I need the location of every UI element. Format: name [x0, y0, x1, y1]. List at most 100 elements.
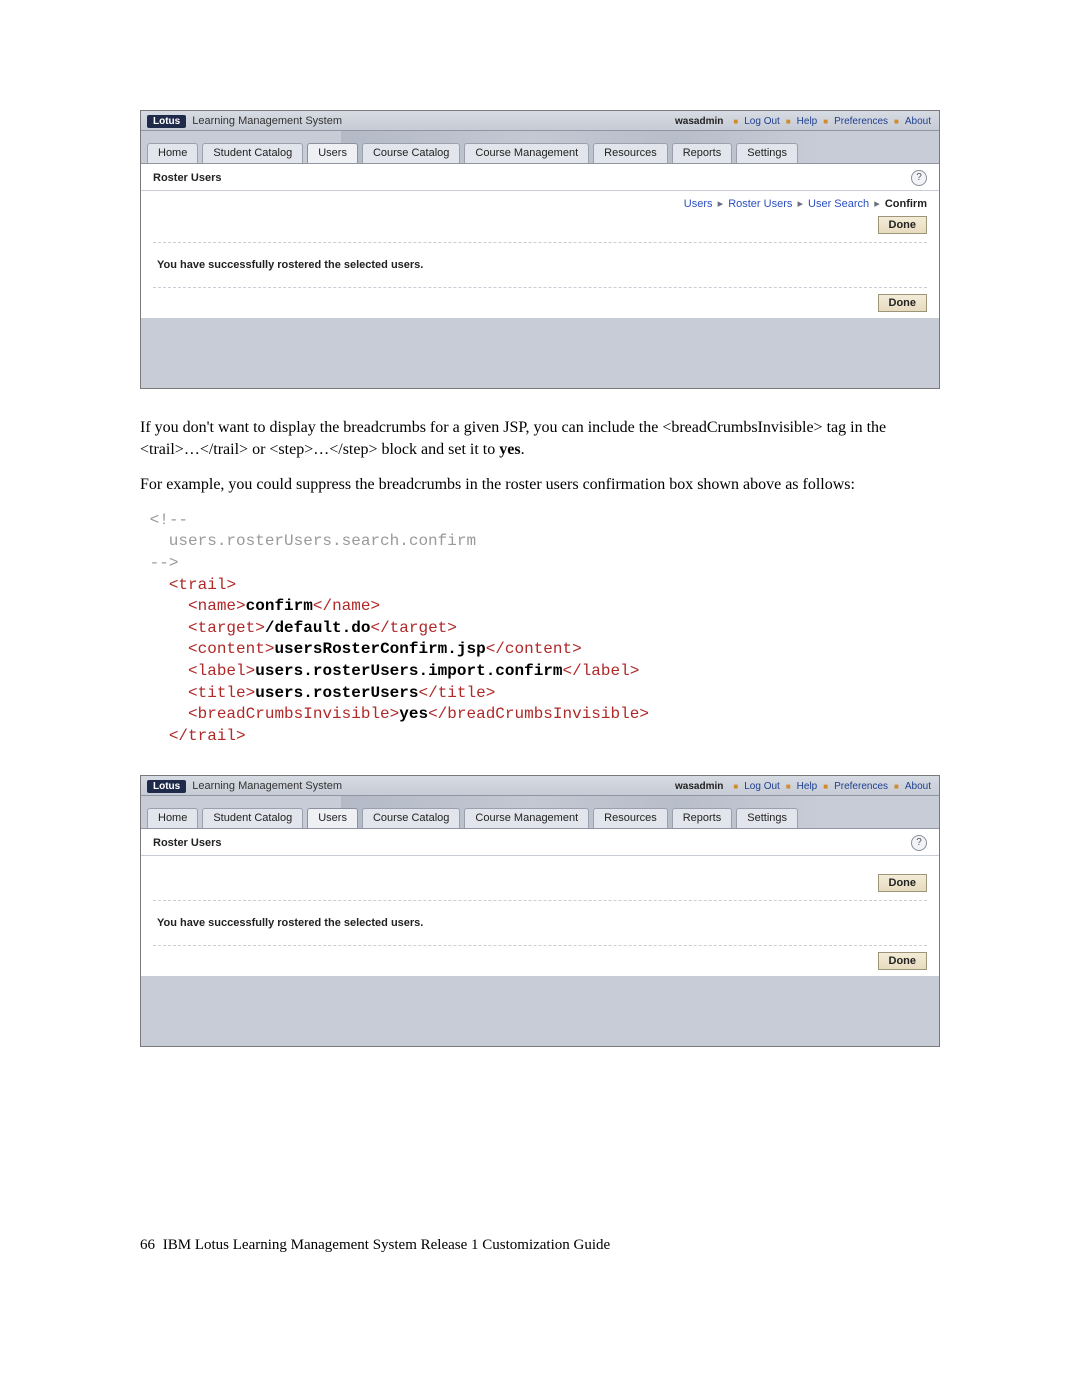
footer-title: IBM Lotus Learning Management System Rel… — [163, 1237, 610, 1253]
doc-text-bold: yes — [499, 441, 520, 458]
code-value: users.rosterUsers.import.confirm — [255, 662, 562, 680]
header-user: wasadmin — [675, 781, 723, 792]
tab-student-catalog[interactable]: Student Catalog — [202, 143, 303, 163]
code-value: yes — [399, 705, 428, 723]
code-value: /default.do — [265, 619, 371, 637]
doc-paragraph-2: For example, you could suppress the brea… — [140, 474, 940, 496]
sep-icon: ■ — [786, 782, 791, 791]
content-area: Roster Users ? Done You have successfull… — [141, 829, 939, 976]
code-tag: trail — [188, 727, 236, 745]
chevron-right-icon: ▸ — [874, 198, 880, 210]
button-row-top: Done — [141, 212, 939, 240]
help-link[interactable]: Help — [797, 781, 818, 792]
divider — [153, 900, 927, 901]
app-brand: Lotus Learning Management System — [147, 115, 342, 128]
breadcrumb-users[interactable]: Users — [684, 198, 713, 210]
page-footer: 66 IBM Lotus Learning Management System … — [140, 1237, 940, 1254]
button-row-top: Done — [141, 856, 939, 898]
button-row-bottom: Done — [141, 290, 939, 318]
done-button[interactable]: Done — [878, 952, 928, 970]
tab-course-catalog[interactable]: Course Catalog — [362, 808, 460, 828]
help-icon[interactable]: ? — [911, 170, 927, 186]
code-tag: title — [438, 684, 486, 702]
logout-link[interactable]: Log Out — [744, 116, 780, 127]
code-tag: breadCrumbsInvisible — [447, 705, 639, 723]
chevron-right-icon: ▸ — [797, 198, 803, 210]
page-title-bar: Roster Users ? — [141, 164, 939, 191]
done-button[interactable]: Done — [878, 874, 928, 892]
about-link[interactable]: About — [905, 116, 931, 127]
breadcrumb-roster-users[interactable]: Roster Users — [728, 198, 792, 210]
brand-badge: Lotus — [147, 780, 186, 793]
code-block: <!-- users.rosterUsers.search.confirm --… — [140, 510, 940, 748]
code-comment: <!-- — [150, 511, 188, 529]
divider — [153, 242, 927, 243]
preferences-link[interactable]: Preferences — [834, 116, 888, 127]
breadcrumb-user-search[interactable]: User Search — [808, 198, 869, 210]
sep-icon: ■ — [894, 117, 899, 126]
code-tag: target — [390, 619, 448, 637]
tab-course-management[interactable]: Course Management — [464, 808, 589, 828]
done-button[interactable]: Done — [878, 216, 928, 234]
code-value: confirm — [246, 597, 313, 615]
sep-icon: ■ — [823, 117, 828, 126]
tab-users[interactable]: Users — [307, 143, 358, 163]
page-number: 66 — [140, 1237, 155, 1253]
screenshot-without-breadcrumbs: Lotus Learning Management System wasadmi… — [140, 775, 940, 1047]
tab-home[interactable]: Home — [147, 143, 198, 163]
tab-course-catalog[interactable]: Course Catalog — [362, 143, 460, 163]
code-tag: label — [582, 662, 630, 680]
success-message: You have successfully rostered the selec… — [141, 903, 939, 943]
app-brand: Lotus Learning Management System — [147, 780, 342, 793]
screenshot-with-breadcrumbs: Lotus Learning Management System wasadmi… — [140, 110, 940, 389]
brand-text: Learning Management System — [192, 115, 342, 127]
code-value: users.rosterUsers — [255, 684, 418, 702]
doc-paragraph-1: If you don't want to display the breadcr… — [140, 417, 940, 460]
tab-settings[interactable]: Settings — [736, 143, 798, 163]
divider — [153, 287, 927, 288]
tab-reports[interactable]: Reports — [672, 808, 733, 828]
code-tag: title — [198, 684, 246, 702]
app-header: Lotus Learning Management System wasadmi… — [141, 111, 939, 131]
preferences-link[interactable]: Preferences — [834, 781, 888, 792]
app-footer-pad — [141, 318, 939, 388]
code-tag: target — [198, 619, 256, 637]
header-user: wasadmin — [675, 116, 723, 127]
content-area: Roster Users ? Users ▸ Roster Users ▸ Us… — [141, 164, 939, 318]
sep-icon: ■ — [894, 782, 899, 791]
logout-link[interactable]: Log Out — [744, 781, 780, 792]
tab-settings[interactable]: Settings — [736, 808, 798, 828]
page-title-bar: Roster Users ? — [141, 829, 939, 856]
sep-icon: ■ — [823, 782, 828, 791]
tab-home[interactable]: Home — [147, 808, 198, 828]
app-footer-pad — [141, 976, 939, 1046]
header-links: wasadmin ■ Log Out ■ Help ■ Preferences … — [675, 116, 931, 127]
chevron-right-icon: ▸ — [718, 198, 724, 210]
breadcrumb: Users ▸ Roster Users ▸ User Search ▸ Con… — [141, 191, 939, 212]
page-title: Roster Users — [153, 172, 221, 184]
divider — [153, 945, 927, 946]
header-links: wasadmin ■ Log Out ■ Help ■ Preferences … — [675, 781, 931, 792]
sep-icon: ■ — [786, 117, 791, 126]
success-message: You have successfully rostered the selec… — [141, 245, 939, 285]
page-title: Roster Users — [153, 837, 221, 849]
doc-text: . — [521, 441, 525, 458]
code-comment: users.rosterUsers.search.confirm — [140, 532, 476, 550]
code-tag: content — [198, 640, 265, 658]
help-icon[interactable]: ? — [911, 835, 927, 851]
code-tag: breadCrumbsInvisible — [198, 705, 390, 723]
tab-row: Home Student Catalog Users Course Catalo… — [141, 796, 939, 829]
code-tag: name — [198, 597, 236, 615]
code-tag: name — [332, 597, 370, 615]
done-button[interactable]: Done — [878, 294, 928, 312]
tab-student-catalog[interactable]: Student Catalog — [202, 808, 303, 828]
tab-users[interactable]: Users — [307, 808, 358, 828]
tab-reports[interactable]: Reports — [672, 143, 733, 163]
tab-resources[interactable]: Resources — [593, 143, 668, 163]
code-tag: content — [505, 640, 572, 658]
about-link[interactable]: About — [905, 781, 931, 792]
tab-resources[interactable]: Resources — [593, 808, 668, 828]
breadcrumb-current: Confirm — [885, 198, 927, 210]
help-link[interactable]: Help — [797, 116, 818, 127]
tab-course-management[interactable]: Course Management — [464, 143, 589, 163]
